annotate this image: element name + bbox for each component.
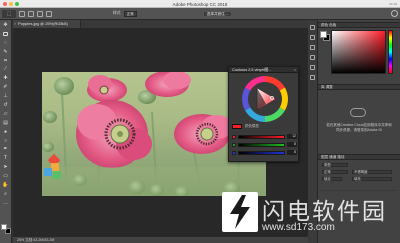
history-brush-tool-icon[interactable]: ↺	[2, 103, 9, 108]
pen-tool-icon[interactable]: ✒	[2, 147, 9, 152]
add-selection-icon[interactable]	[28, 10, 34, 17]
gradient-tool-icon[interactable]: ▤	[2, 120, 9, 126]
brush-panel-icon[interactable]	[310, 45, 315, 50]
watermark-text: 闪电软件园	[262, 199, 387, 225]
libraries-panel-tabs[interactable]: 库 调整	[318, 84, 400, 90]
search-icon[interactable]	[391, 10, 398, 17]
clone-stamp-tool-icon[interactable]: ⊥	[2, 94, 9, 99]
r-value-field[interactable]: 12	[287, 134, 297, 139]
shape-tool-icon[interactable]: ▭	[2, 174, 9, 179]
select-and-mask-button[interactable]: 选择并遮住...	[202, 10, 232, 17]
layer-kind-filter[interactable]: 类型	[322, 163, 348, 167]
marquee-tool-icon[interactable]	[2, 32, 9, 37]
hue-wheel[interactable]	[242, 76, 288, 122]
hue-slider[interactable]	[388, 30, 393, 74]
tools-panel: ✥ ◌ ✎ ⌗ ⁄ ✚ ✐ ⊥ ↺ ▱ ▤ ● ○ ✒ T ➤ ▭ ✋ ⌕ …	[0, 20, 12, 243]
g-value-field[interactable]: 8	[287, 142, 297, 147]
lasso-tool-icon[interactable]: ◌	[2, 40, 9, 46]
paragraph-panel-icon[interactable]	[310, 65, 315, 70]
current-tool-button[interactable]: ⬚	[2, 9, 16, 18]
coolorus-panel-title: Coolorus 2.5 vinyet图...	[232, 68, 272, 72]
g-slider-row[interactable]: 8	[232, 142, 297, 147]
fill-field[interactable]: 填充	[352, 177, 392, 181]
color-model-label: 颜色模型	[245, 124, 259, 128]
move-tool-icon[interactable]: ✥	[2, 23, 9, 28]
status-bar: 25% 文档:43.2M/43.2M	[13, 236, 308, 243]
color-panel-tabs[interactable]: 颜色 色板	[318, 22, 400, 28]
document-tab-bar: × Poppies.jpg @ 25%(RGB/8)	[13, 20, 308, 28]
style-label: 样式	[113, 11, 121, 15]
r-slider-row[interactable]: 12	[232, 134, 297, 139]
coolorus-panel-header[interactable]: Coolorus 2.5 vinyet图...	[229, 67, 298, 73]
dodge-tool-icon[interactable]: ○	[2, 138, 9, 144]
history-panel-icon[interactable]	[310, 25, 315, 30]
cloud-icon	[350, 108, 366, 117]
more-tools-icon[interactable]: …	[2, 200, 9, 206]
window-title: Adobe Photoshop CC 2018	[172, 1, 228, 7]
b-swatch	[232, 150, 236, 155]
character-panel-icon[interactable]	[310, 55, 315, 60]
lock-controls[interactable]: 锁定	[322, 177, 342, 181]
b-value-field[interactable]: 8	[287, 150, 297, 155]
path-select-tool-icon[interactable]: ➤	[2, 165, 9, 170]
b-slider-row[interactable]: 8	[232, 150, 297, 155]
blend-mode-dropdown[interactable]: 正常	[322, 170, 348, 174]
properties-panel-icon[interactable]	[310, 35, 315, 40]
b-slider-track[interactable]	[238, 150, 285, 155]
foreground-background-swatches[interactable]	[1, 224, 11, 234]
current-color-swatch[interactable]	[232, 124, 242, 129]
eraser-tool-icon[interactable]: ▱	[2, 111, 9, 117]
blur-tool-icon[interactable]: ●	[2, 129, 9, 135]
type-tool-icon[interactable]: T	[2, 156, 9, 161]
watermark-url: www.sd173.com	[262, 222, 335, 233]
crop-tool-icon[interactable]: ⌗	[2, 58, 9, 64]
document-tab[interactable]: × Poppies.jpg @ 25%(RGB/8)	[13, 20, 81, 28]
brush-tool-icon[interactable]: ✐	[2, 85, 9, 90]
info-panel-icon[interactable]	[310, 75, 315, 80]
opacity-field[interactable]: 不透明度	[352, 170, 392, 174]
layer-row[interactable]	[320, 186, 398, 191]
saturation-value-field[interactable]	[331, 30, 386, 74]
healing-brush-tool-icon[interactable]: ✚	[2, 76, 9, 81]
libraries-panel	[318, 92, 400, 152]
watermark-logo	[222, 192, 258, 232]
subtract-selection-icon[interactable]	[37, 10, 43, 17]
hand-tool-icon[interactable]: ✋	[2, 183, 9, 188]
eyedropper-tool-icon[interactable]: ⁄	[2, 67, 9, 72]
lightning-icon	[230, 195, 250, 229]
libraries-signin-text: 若在其他Creative Cloud应用程序中共享和同步资源，请登录到Adobe…	[326, 123, 392, 132]
g-swatch	[232, 142, 236, 147]
quick-select-tool-icon[interactable]: ✎	[2, 49, 9, 55]
document-tab-title: Poppies.jpg @ 25%(RGB/8)	[18, 21, 68, 26]
g-slider-track[interactable]	[238, 142, 285, 147]
zoom-tool-icon[interactable]: ⌕	[2, 191, 9, 197]
intersect-selection-icon[interactable]	[46, 10, 52, 17]
style-dropdown[interactable]: 正常	[123, 10, 137, 17]
r-swatch	[232, 134, 236, 139]
new-selection-icon[interactable]	[19, 10, 25, 17]
panel-foreground-swatch[interactable]	[320, 31, 327, 38]
window-titlebar: Adobe Photoshop CC 2018 ▭ ▭	[0, 0, 400, 8]
close-tab-icon[interactable]: ×	[14, 20, 16, 28]
r-slider-track[interactable]	[238, 134, 285, 139]
close-panel-icon[interactable]: ×	[294, 67, 296, 73]
options-bar: ⬚ 样式 正常 选择并遮住...	[0, 8, 400, 20]
foreground-color-swatch[interactable]	[1, 224, 7, 230]
coolorus-panel[interactable]: Coolorus 2.5 vinyet图... × 颜色模型 12 8 8	[228, 66, 299, 162]
window-menu-icons: ▭ ▭	[389, 2, 397, 6]
